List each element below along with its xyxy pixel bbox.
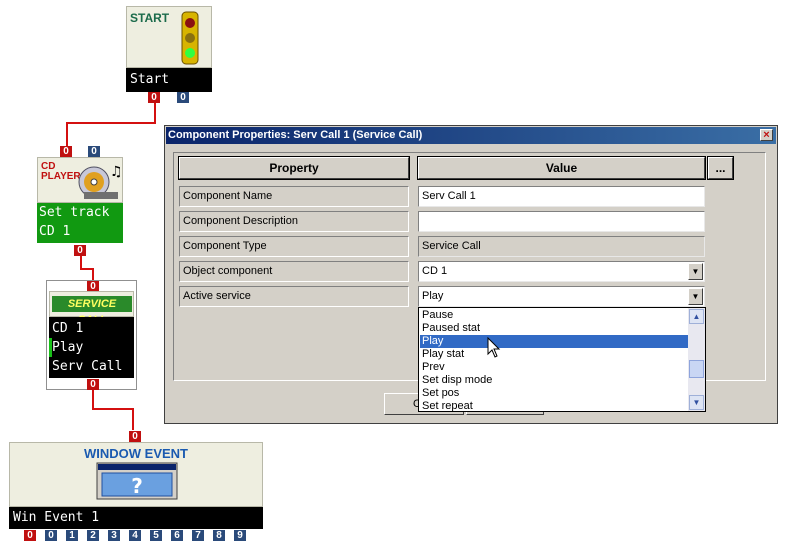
scroll-thumb[interactable] xyxy=(689,360,704,378)
cd-player-label-line1: Set track xyxy=(39,205,110,220)
dropdown-option-prev[interactable]: Prev xyxy=(420,361,688,374)
property-label-component-name: Component Name xyxy=(179,186,409,207)
ellipsis-button[interactable]: ... xyxy=(707,156,734,180)
start-node-label: Start xyxy=(126,68,212,92)
cd-player-node[interactable]: CD PLAYER ♫ xyxy=(37,157,123,203)
cd-player-out-port[interactable]: 0 xyxy=(74,245,86,256)
property-label-component-type: Component Type xyxy=(179,236,409,257)
window-question-icon: ? xyxy=(96,462,178,500)
window-event-in-port[interactable]: 0 xyxy=(129,431,141,442)
svg-text:♫: ♫ xyxy=(110,164,122,180)
window-event-port-8[interactable]: 7 xyxy=(192,530,204,541)
cd-player-label: Set track CD 1 xyxy=(37,203,123,243)
start-node-title: START xyxy=(130,11,170,25)
property-label-component-description: Component Description xyxy=(179,211,409,232)
component-name-input[interactable]: Serv Call 1 xyxy=(418,186,705,207)
window-event-port-9[interactable]: 8 xyxy=(213,530,225,541)
window-event-port-7[interactable]: 6 xyxy=(171,530,183,541)
start-out-port-1[interactable]: 0 xyxy=(177,92,189,103)
value-column-header[interactable]: Value xyxy=(417,156,706,180)
dropdown-option-set-repeat[interactable]: Set repeat xyxy=(420,400,688,411)
dialog-title: Component Properties: Serv Call 1 (Servi… xyxy=(168,129,423,141)
window-event-port-10[interactable]: 9 xyxy=(234,530,246,541)
service-call-node[interactable]: SERVICE CALL xyxy=(49,291,134,326)
scroll-down-icon[interactable]: ▼ xyxy=(689,395,704,410)
window-event-port-3[interactable]: 2 xyxy=(87,530,99,541)
service-call-label-line1: CD 1 xyxy=(52,321,84,336)
start-out-port-0[interactable]: 0 xyxy=(148,92,160,103)
dropdown-option-paused-stat[interactable]: Paused stat xyxy=(420,322,688,335)
service-call-label-line2: Play xyxy=(49,338,134,357)
wire-segment xyxy=(132,408,134,430)
dropdown-option-play[interactable]: Play xyxy=(420,335,688,348)
svg-text:?: ? xyxy=(131,474,143,498)
component-description-input[interactable] xyxy=(418,211,705,232)
cd-player-label-line2: CD 1 xyxy=(39,224,71,239)
dropdown-option-play-stat[interactable]: Play stat xyxy=(420,348,688,361)
window-event-node[interactable]: WINDOW EVENT ? xyxy=(9,442,263,507)
cd-player-in-port-0[interactable]: 0 xyxy=(60,146,72,157)
object-component-select[interactable]: CD 1 ▼ xyxy=(418,261,705,282)
wire-segment xyxy=(80,255,82,269)
service-call-out-port[interactable]: 0 xyxy=(87,379,99,390)
service-call-title: SERVICE CALL xyxy=(52,296,132,326)
mouse-cursor-icon xyxy=(487,336,501,359)
component-type-value: Service Call xyxy=(418,236,705,257)
service-call-label: CD 1 Play Serv Call 1 xyxy=(49,317,134,393)
window-event-port-5[interactable]: 4 xyxy=(129,530,141,541)
window-event-port-1[interactable]: 0 xyxy=(45,530,57,541)
active-service-value: Play xyxy=(422,290,444,302)
wire-segment xyxy=(66,122,156,124)
window-event-port-4[interactable]: 3 xyxy=(108,530,120,541)
active-service-select[interactable]: Play ▼ xyxy=(418,286,705,307)
cd-player-title-2: PLAYER xyxy=(41,171,81,182)
chevron-down-icon[interactable]: ▼ xyxy=(688,288,703,305)
dropdown-option-set-pos[interactable]: Set pos xyxy=(420,387,688,400)
window-event-port-6[interactable]: 5 xyxy=(150,530,162,541)
property-column-header[interactable]: Property xyxy=(178,156,410,180)
traffic-light-icon xyxy=(179,10,201,66)
window-event-label: Win Event 1 xyxy=(9,507,263,529)
cd-player-in-port-1[interactable]: 0 xyxy=(88,146,100,157)
wire-segment xyxy=(66,122,68,146)
window-event-title: WINDOW EVENT xyxy=(84,446,188,461)
object-component-value: CD 1 xyxy=(422,265,448,277)
dialog-titlebar[interactable]: Component Properties: Serv Call 1 (Servi… xyxy=(166,127,776,144)
dropdown-scrollbar[interactable]: ▲ ▼ xyxy=(688,308,705,411)
wire-segment xyxy=(154,103,156,123)
window-event-port-2[interactable]: 1 xyxy=(66,530,78,541)
property-label-object-component: Object component xyxy=(179,261,409,282)
dropdown-option-pause[interactable]: Pause xyxy=(420,309,688,322)
start-node[interactable]: START xyxy=(126,6,212,68)
window-event-port-0[interactable]: 0 xyxy=(24,530,36,541)
dropdown-option-set-disp-mode[interactable]: Set disp mode xyxy=(420,374,688,387)
wire-segment xyxy=(92,408,134,410)
chevron-down-icon[interactable]: ▼ xyxy=(688,263,703,280)
property-label-active-service: Active service xyxy=(179,286,409,307)
active-service-dropdown-list[interactable]: Pause Paused stat Play Play stat Prev Se… xyxy=(418,307,706,412)
scroll-up-icon[interactable]: ▲ xyxy=(689,309,704,324)
close-icon[interactable]: × xyxy=(760,129,773,141)
cd-disc-icon: ♫ xyxy=(76,160,123,202)
